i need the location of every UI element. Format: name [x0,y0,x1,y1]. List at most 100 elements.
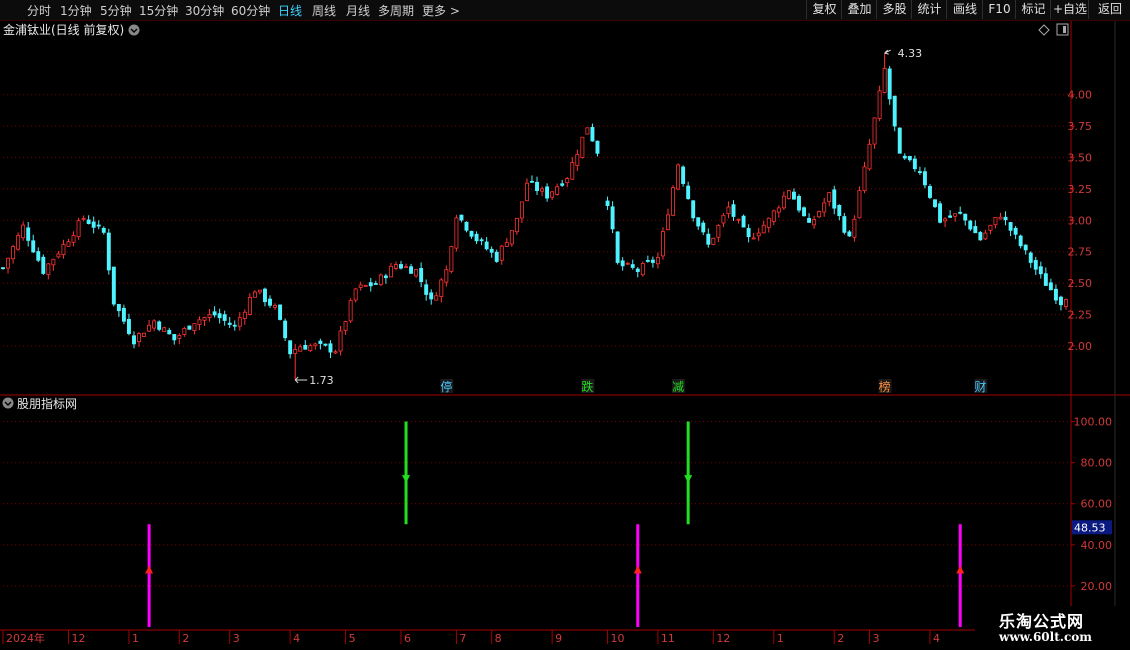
candle-body [978,232,983,241]
candle-body [247,297,252,315]
candle-body [953,213,958,217]
x-tick-label: 12 [716,632,730,645]
candle-body [882,67,887,93]
candle-body [605,200,610,206]
candle-body [943,218,948,222]
signal-series [145,421,965,627]
price-tick-label: 2.00 [1068,340,1093,353]
candle-body [393,264,398,269]
diamond-icon[interactable] [1038,24,1050,36]
candle-body [499,245,504,261]
candle-body [706,233,711,245]
candle-body [222,314,227,321]
candle-body [731,204,736,217]
candle-body [106,232,111,271]
panel-toggle-icon[interactable] [1056,23,1069,36]
low-marker-arrow [294,376,308,384]
main-chart-title: 金浦钛业(日线 前复权) [3,22,124,37]
candle-body [444,269,449,283]
candle-body [116,304,121,312]
buy-arrow-icon [145,565,154,574]
candle-body [530,180,534,183]
candle-body [933,199,937,208]
candle-body [696,217,701,227]
chart-canvas: 4.33 1.73 停 跌 减 榜 财 2.00 2.25 2.50 2.75 3.00 3.25 3… [0,21,1130,645]
candle-body [655,257,660,265]
indicator-tick-label: 80.00 [1081,457,1113,470]
event-label: 跌 [581,379,593,394]
price-tick-label: 3.50 [1068,151,1093,164]
panel-toggle-icon-inner [1063,26,1066,33]
candle-body [273,304,278,308]
y-axis: 2.00 2.25 2.50 2.75 3.00 3.25 3.50 3.75 4.00 20.0… [1068,89,1113,593]
candle-body [192,323,197,331]
candle-body [812,219,817,226]
candle-body [761,224,766,234]
indicator-tick-label: 20.00 [1081,580,1113,593]
candle-body [6,257,10,269]
candle-body [162,327,167,333]
indicator-dropdown-icon[interactable] [2,397,14,409]
candle-body [958,211,963,214]
x-tick-label: 5 [349,632,356,645]
candle-body [414,269,419,277]
candle-body [404,266,408,269]
x-tick-label: 2 [837,632,844,645]
candle-body [358,284,363,288]
candle-body [791,191,796,200]
candle-body [650,259,655,263]
low-marker-label: 1.73 [309,374,334,387]
candle-body [535,181,539,192]
candle-body [575,153,580,167]
candle-body [635,268,640,272]
candle-body [514,217,519,233]
candle-body [429,292,434,300]
x-tick-label: 9 [555,632,562,645]
candle-body [726,206,731,215]
candle-body [983,232,988,240]
candle-body [419,268,424,283]
candle-body [797,195,801,211]
event-label: 财 [974,380,986,394]
candle-body [1053,288,1058,301]
candle-body [172,334,177,341]
candle-body [993,216,998,226]
candle-body [847,231,852,237]
high-marker-label: 4.33 [898,47,923,60]
candle-body [484,241,489,250]
candle-body [167,329,172,335]
candle-body [51,258,56,266]
candle-body [590,126,595,142]
candle-body [625,262,630,265]
candle-body [439,279,444,297]
candle-body [922,171,927,186]
candle-body [897,127,902,154]
candle-body [917,171,922,173]
candle-body [867,143,872,170]
event-label: 减 [672,380,684,394]
price-tick-label: 3.25 [1068,183,1093,196]
candle-body [817,211,822,218]
candle-body [786,190,791,200]
candle-body [620,260,625,267]
candle-body [424,284,429,295]
candle-body [373,283,378,285]
candle-body [736,218,741,221]
candle-body [701,222,706,233]
candle-body [197,319,202,325]
candle-body [746,228,751,238]
candle-body [827,192,832,203]
candle-body [721,214,726,224]
candle-body [409,266,414,274]
candle-body [540,188,545,192]
price-tick-label: 2.25 [1068,309,1093,322]
watermark-url: www.60lt.com [999,630,1092,644]
candle-body [182,327,187,335]
candle-body [81,217,86,220]
candle-body [368,282,373,287]
candle-body [519,201,524,219]
candle-body [560,183,565,186]
candle-body [36,251,41,261]
main-dropdown-icon[interactable] [128,24,140,36]
candle-body [454,217,459,249]
